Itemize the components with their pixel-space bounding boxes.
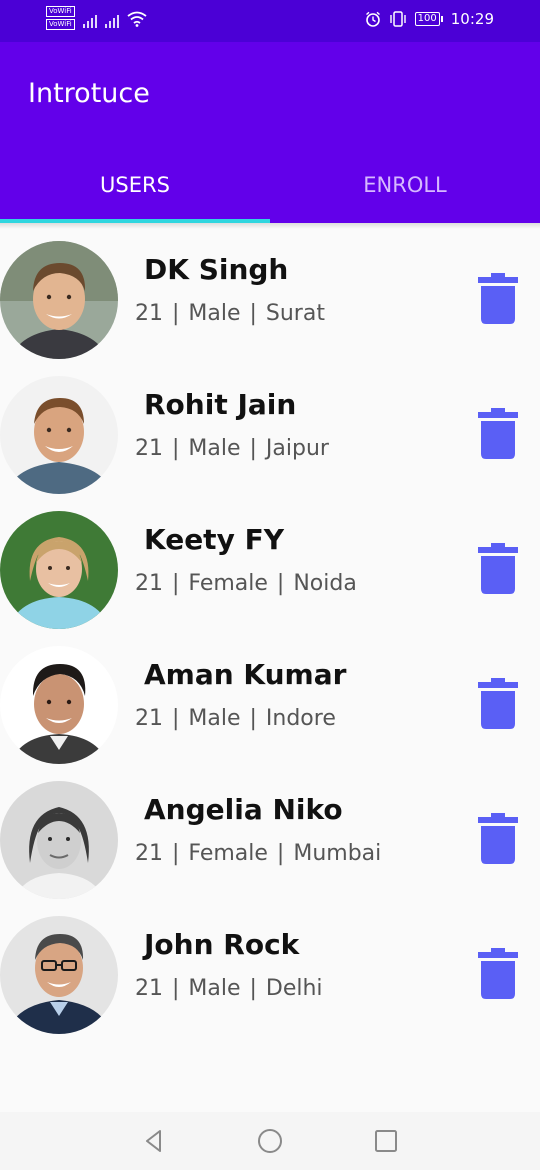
list-item: Aman Kumar 21 | Male | Indore bbox=[0, 640, 540, 775]
avatar bbox=[0, 646, 118, 764]
tab-users[interactable]: USERS bbox=[0, 146, 270, 223]
wifi-icon bbox=[127, 11, 147, 27]
user-details: 21 | Male | Jaipur bbox=[135, 436, 329, 461]
user-name: John Rock bbox=[144, 928, 300, 961]
vowifi-badge: VoWiFi bbox=[46, 19, 75, 30]
app-bar: Introtuce USERS ENROLL bbox=[0, 42, 540, 223]
vibrate-icon bbox=[389, 11, 406, 27]
home-circle-icon[interactable] bbox=[254, 1125, 286, 1157]
back-triangle-icon[interactable] bbox=[138, 1125, 170, 1157]
user-details: 21 | Female | Noida bbox=[135, 571, 357, 596]
user-details: 21 | Female | Mumbai bbox=[135, 841, 382, 866]
avatar bbox=[0, 241, 118, 359]
avatar bbox=[0, 376, 118, 494]
list-item: Keety FY 21 | Female | Noida bbox=[0, 505, 540, 640]
system-nav-bar bbox=[0, 1112, 540, 1170]
clock: 10:29 bbox=[450, 10, 494, 28]
user-list: DK Singh 21 | Male | Surat Rohit Jain 21… bbox=[0, 235, 540, 1045]
user-name: Keety FY bbox=[144, 523, 284, 556]
status-right: 100 10:29 bbox=[365, 10, 494, 28]
user-name: Aman Kumar bbox=[144, 658, 347, 691]
avatar bbox=[0, 916, 118, 1034]
trash-icon[interactable] bbox=[476, 271, 520, 325]
app-bar-shadow bbox=[0, 223, 540, 229]
trash-icon[interactable] bbox=[476, 811, 520, 865]
app-title: Introtuce bbox=[28, 78, 150, 109]
user-name: DK Singh bbox=[144, 253, 289, 286]
tab-enroll[interactable]: ENROLL bbox=[270, 146, 540, 223]
avatar bbox=[0, 511, 118, 629]
trash-icon[interactable] bbox=[476, 946, 520, 1000]
user-name: Rohit Jain bbox=[144, 388, 297, 421]
user-details: 21 | Male | Delhi bbox=[135, 976, 323, 1001]
user-details: 21 | Male | Surat bbox=[135, 301, 325, 326]
recents-square-icon[interactable] bbox=[370, 1125, 402, 1157]
status-bar: VoWiFi VoWiFi 100 10:29 bbox=[0, 0, 540, 42]
battery-level: 100 bbox=[414, 12, 440, 26]
vowifi-badge: VoWiFi bbox=[46, 6, 75, 17]
avatar bbox=[0, 781, 118, 899]
user-name: Angelia Niko bbox=[144, 793, 343, 826]
signal-icon bbox=[104, 12, 119, 28]
battery-icon: 100 bbox=[414, 12, 443, 26]
vowifi-stack: VoWiFi VoWiFi bbox=[46, 6, 75, 30]
trash-icon[interactable] bbox=[476, 541, 520, 595]
list-item: John Rock 21 | Male | Delhi bbox=[0, 910, 540, 1045]
tab-bar: USERS ENROLL bbox=[0, 146, 540, 223]
user-details: 21 | Male | Indore bbox=[135, 706, 336, 731]
list-item: Rohit Jain 21 | Male | Jaipur bbox=[0, 370, 540, 505]
list-item: Angelia Niko 21 | Female | Mumbai bbox=[0, 775, 540, 910]
signal-icon bbox=[82, 12, 97, 28]
trash-icon[interactable] bbox=[476, 406, 520, 460]
alarm-icon bbox=[365, 11, 380, 27]
trash-icon[interactable] bbox=[476, 676, 520, 730]
status-left: VoWiFi VoWiFi bbox=[46, 6, 147, 30]
list-item: DK Singh 21 | Male | Surat bbox=[0, 235, 540, 370]
